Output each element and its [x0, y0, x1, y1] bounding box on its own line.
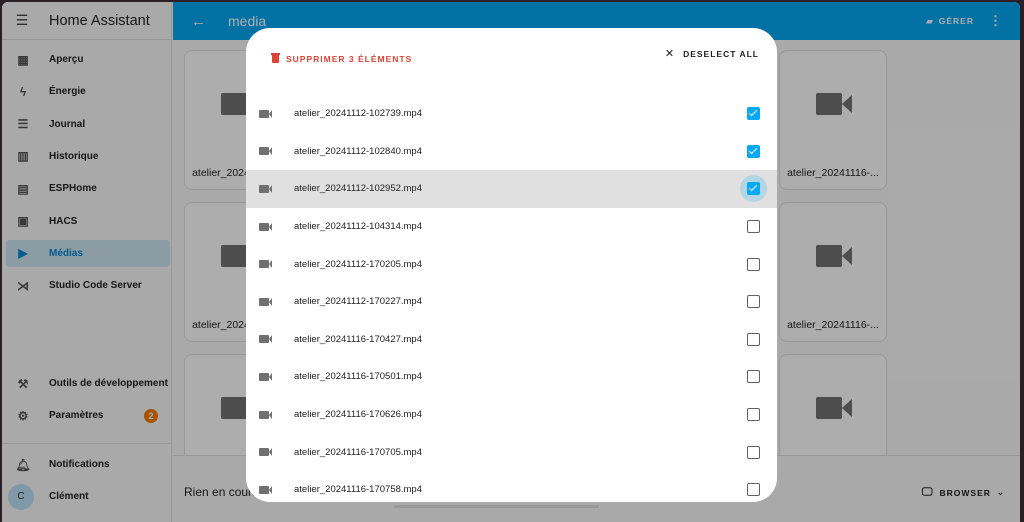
trash-icon [271, 53, 280, 63]
file-checkbox[interactable] [747, 257, 760, 271]
file-list-item[interactable]: atelier_20241112-170227.mp4 [246, 283, 777, 321]
video-icon [259, 109, 272, 118]
delete-label: SUPPRIMER 3 ÉLÉMENTS [286, 54, 413, 64]
file-list-item[interactable]: atelier_20241116-170626.mp4 [246, 396, 777, 434]
video-icon [259, 485, 272, 494]
file-name: atelier_20241112-170227.mp4 [294, 296, 422, 308]
file-checkbox[interactable] [747, 483, 760, 497]
file-list-item[interactable]: atelier_20241116-170758.mp4 [246, 471, 777, 502]
file-checkbox[interactable] [747, 144, 760, 158]
file-checkbox[interactable] [747, 107, 760, 121]
file-name: atelier_20241112-102739.mp4 [294, 108, 422, 120]
video-icon [259, 147, 272, 156]
deselect-label: DESELECT ALL [683, 48, 759, 59]
file-name: atelier_20241112-170205.mp4 [294, 258, 422, 270]
file-checkbox[interactable] [747, 370, 760, 384]
file-name: atelier_20241116-170501.mp4 [294, 371, 422, 383]
scrollbar[interactable] [394, 505, 599, 508]
file-checkbox[interactable] [747, 408, 760, 422]
file-list-item[interactable]: atelier_20241112-104314.mp4 [246, 208, 777, 246]
file-checkbox[interactable] [747, 445, 760, 459]
video-icon [259, 297, 272, 306]
file-name: atelier_20241116-170427.mp4 [294, 333, 422, 345]
video-icon [259, 372, 272, 381]
file-name: atelier_20241112-102840.mp4 [294, 145, 422, 157]
file-list-item[interactable]: atelier_20241112-102840.mp4 [246, 133, 777, 171]
video-icon [259, 222, 272, 231]
manage-media-dialog: SUPPRIMER 3 ÉLÉMENTS ✕ DESELECT ALL atel… [246, 28, 777, 502]
video-icon [259, 335, 272, 344]
file-name: atelier_20241116-170758.mp4 [294, 484, 422, 496]
file-checkbox[interactable] [747, 220, 760, 234]
file-checkbox[interactable] [747, 182, 760, 196]
file-list-item[interactable]: atelier_20241116-170705.mp4 [246, 433, 777, 471]
video-icon [259, 448, 272, 457]
file-checkbox[interactable] [747, 332, 760, 346]
file-list-item[interactable]: atelier_20241112-102952.mp4 [246, 170, 777, 208]
delete-selected-button[interactable]: SUPPRIMER 3 ÉLÉMENTS [271, 53, 413, 64]
file-checkbox[interactable] [747, 295, 760, 309]
file-name: atelier_20241116-170626.mp4 [294, 409, 422, 421]
deselect-all-button[interactable]: ✕ DESELECT ALL [665, 47, 759, 60]
file-list-item[interactable]: atelier_20241116-170427.mp4 [246, 321, 777, 359]
close-icon: ✕ [664, 48, 676, 60]
file-name: atelier_20241112-102952.mp4 [294, 183, 422, 195]
file-name: atelier_20241112-104314.mp4 [294, 221, 422, 233]
video-icon [259, 410, 272, 419]
file-list-item[interactable]: atelier_20241112-170205.mp4 [246, 245, 777, 283]
file-name: atelier_20241116-170705.mp4 [294, 446, 422, 458]
video-icon [259, 184, 272, 193]
file-list-item[interactable]: atelier_20241116-170501.mp4 [246, 358, 777, 396]
video-icon [259, 260, 272, 269]
file-list-item[interactable]: atelier_20241112-102739.mp4 [246, 95, 777, 133]
